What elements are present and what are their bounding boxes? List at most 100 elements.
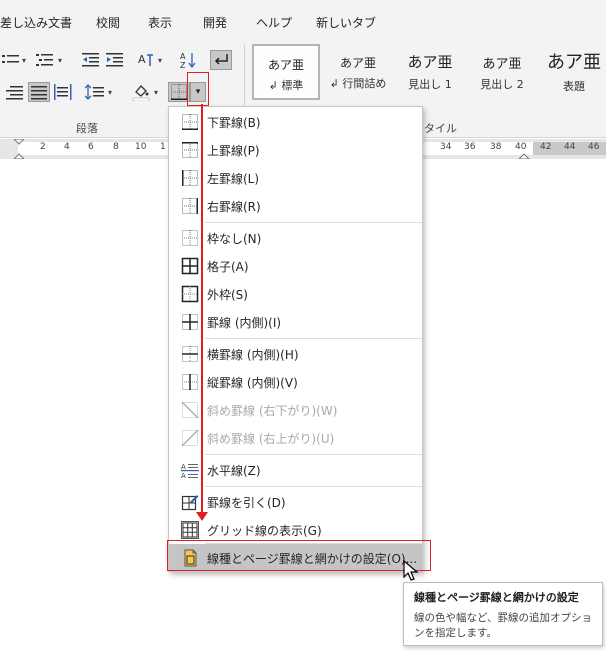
style-sample: あア亜	[267, 58, 304, 72]
paint-bucket-icon	[132, 85, 150, 101]
menu-item-label: 下罫線(B)	[207, 116, 261, 130]
ruler-number: 46	[588, 142, 600, 152]
menu-item-horizontal-line[interactable]: AA 水平線(Z)	[169, 456, 422, 484]
style-title[interactable]: あア亜 表題	[540, 44, 606, 100]
distributed-button[interactable]	[52, 82, 74, 102]
style-name: 表題	[563, 80, 585, 93]
menu-item-borders-and-shading[interactable]: 線種とページ罫線と網かけの設定(O)...	[169, 544, 422, 572]
tooltip: 線種とページ罫線と網かけの設定 線の色や幅など、罫線の追加オプションを指定します…	[403, 582, 603, 646]
increase-indent-button[interactable]	[104, 50, 126, 70]
line-spacing-button[interactable]	[84, 82, 106, 102]
decrease-indent-button[interactable]	[80, 50, 102, 70]
align-right-icon	[6, 86, 23, 100]
tab-help[interactable]: ヘルプ	[256, 14, 292, 31]
ruler-number: 38	[490, 142, 502, 152]
menu-item-label: 格子(A)	[207, 260, 249, 274]
menu-item-diagonal-up-border[interactable]: 斜め罫線 (右上がり)(U)	[169, 424, 422, 452]
tab-mailings[interactable]: 差し込み文書	[0, 14, 72, 31]
style-heading-2[interactable]: あア亜 見出し 2	[468, 44, 536, 100]
ruler-number: 1	[160, 142, 166, 152]
ruler-number: 44	[564, 142, 576, 152]
ruler-number: 34	[440, 142, 452, 152]
diagonal-down-border-icon	[181, 401, 199, 419]
style-no-spacing[interactable]: あア亜 ↲ 行間詰め	[324, 44, 392, 100]
menu-item-label: 枠なし(N)	[207, 232, 262, 246]
borders-dropdown-button[interactable]: ▾	[190, 82, 206, 102]
no-border-icon	[182, 230, 198, 246]
menu-item-inside-horizontal-border[interactable]: 横罫線 (内側)(H)	[169, 340, 422, 368]
tooltip-description: 線の色や幅など、罫線の追加オプションを指定します。	[414, 612, 592, 639]
shading-button[interactable]	[130, 82, 152, 102]
sort-icon: AZ	[180, 52, 196, 69]
style-normal[interactable]: あア亜 ↲ 標準	[252, 44, 320, 100]
align-right-button[interactable]	[4, 82, 26, 102]
distributed-icon	[54, 84, 72, 100]
tab-review[interactable]: 校閲	[96, 14, 120, 31]
multilevel-list-button[interactable]	[34, 50, 56, 70]
menu-item-inside-vertical-border[interactable]: 縦罫線 (内側)(V)	[169, 368, 422, 396]
menu-item-right-border[interactable]: 右罫線(R)	[169, 192, 422, 220]
menu-item-label: 縦罫線 (内側)(V)	[207, 376, 298, 390]
menu-item-label: 上罫線(P)	[207, 144, 260, 158]
ruler-number: 36	[464, 142, 476, 152]
paragraph-mark-icon	[214, 54, 228, 65]
menu-item-top-border[interactable]: 上罫線(P)	[169, 136, 422, 164]
menu-item-label: 右罫線(R)	[207, 200, 261, 214]
style-sample: あア亜	[339, 56, 376, 70]
indent-marker-icon[interactable]	[13, 139, 25, 159]
svg-text:Z: Z	[180, 61, 186, 69]
menu-item-all-borders[interactable]: 格子(A)	[169, 252, 422, 280]
ruler-number: 2	[40, 142, 46, 152]
menu-item-diagonal-down-border[interactable]: 斜め罫線 (右下がり)(W)	[169, 396, 422, 424]
border-bottom-icon	[182, 114, 198, 130]
annotation-arrow-line	[201, 104, 203, 516]
sort-button[interactable]: AZ	[178, 50, 200, 70]
chevron-down-icon[interactable]: ▾	[58, 56, 62, 65]
justify-icon	[31, 86, 47, 100]
paragraph-group-label: 段落	[76, 122, 98, 135]
menu-item-label: グリッド線の表示(G)	[207, 524, 322, 538]
bullets-button[interactable]	[0, 50, 22, 70]
chevron-down-icon[interactable]: ▾	[22, 56, 26, 65]
menu-item-label: 横罫線 (内側)(H)	[207, 348, 299, 362]
mouse-pointer-icon	[403, 560, 419, 581]
show-formatting-marks-button[interactable]	[210, 50, 232, 70]
menu-separator	[205, 222, 422, 223]
style-name: ↲ 標準	[268, 79, 304, 92]
decrease-indent-icon	[82, 53, 99, 67]
inside-vertical-border-icon	[182, 374, 198, 390]
diagonal-up-border-icon	[181, 429, 199, 447]
borders-shading-icon	[184, 549, 197, 567]
menu-item-label: 罫線を引く(D)	[207, 496, 286, 510]
menu-item-outside-borders[interactable]: 外枠(S)	[169, 280, 422, 308]
menu-item-left-border[interactable]: 左罫線(L)	[169, 164, 422, 192]
ruler-number: 42	[540, 142, 552, 152]
style-sample: あア亜	[407, 53, 453, 71]
increase-indent-icon	[106, 53, 123, 67]
menu-item-no-border[interactable]: 枠なし(N)	[169, 224, 422, 252]
chevron-down-icon[interactable]: ▾	[158, 56, 162, 65]
justify-button[interactable]	[28, 82, 50, 102]
chevron-down-icon[interactable]: ▾	[108, 88, 112, 97]
menu-item-label: 左罫線(L)	[207, 172, 260, 186]
bullets-icon	[2, 55, 19, 63]
svg-text:A: A	[138, 53, 146, 66]
horizontal-line-icon: AA	[181, 463, 199, 479]
styles-group-label: タイル	[424, 122, 457, 135]
menu-item-inside-borders[interactable]: 罫線 (内側)(I)	[169, 308, 422, 336]
style-heading-1[interactable]: あア亜 見出し 1	[396, 44, 464, 100]
borders-button[interactable]	[168, 82, 190, 102]
all-borders-icon	[181, 257, 199, 275]
chevron-down-icon[interactable]: ▾	[154, 88, 158, 97]
right-indent-marker-icon[interactable]	[518, 139, 530, 159]
asian-layout-button[interactable]: A	[136, 50, 158, 70]
tab-developer[interactable]: 開発	[203, 14, 227, 31]
style-name: 見出し 1	[408, 78, 452, 91]
view-gridlines-icon	[181, 521, 199, 539]
tab-new-tab[interactable]: 新しいタブ	[316, 14, 376, 31]
border-left-icon	[182, 170, 198, 186]
menu-item-label: 水平線(Z)	[207, 464, 261, 478]
menu-item-bottom-border[interactable]: 下罫線(B)	[169, 108, 422, 136]
tab-view[interactable]: 表示	[148, 14, 172, 31]
menu-item-label: 斜め罫線 (右上がり)(U)	[207, 432, 335, 446]
